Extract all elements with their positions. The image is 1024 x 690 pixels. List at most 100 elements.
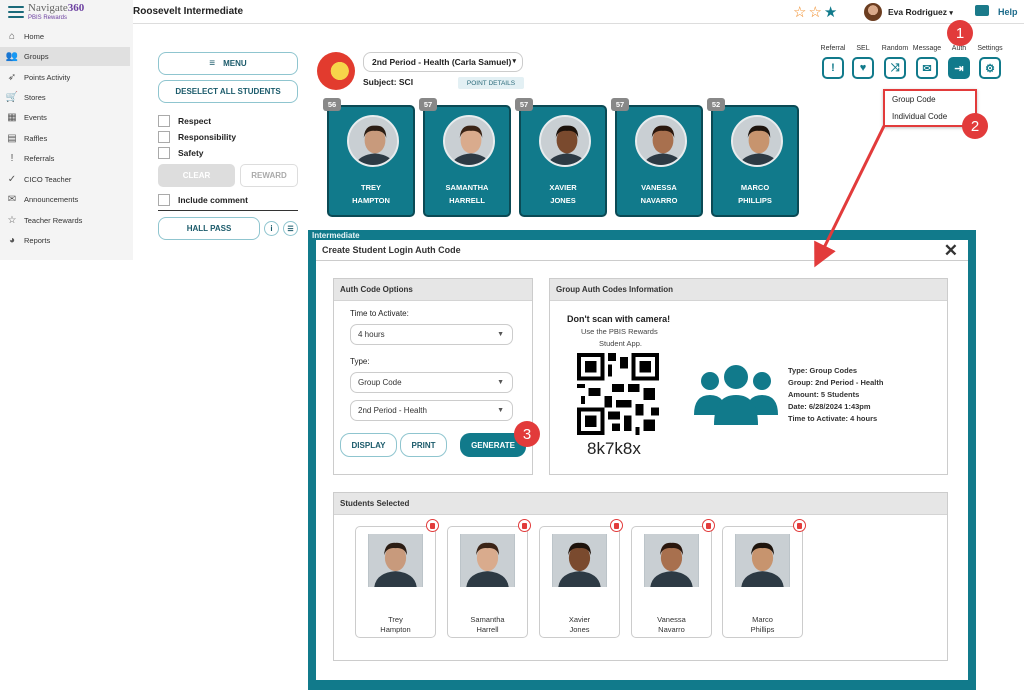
hamburger-icon[interactable] [8,6,24,21]
school-name: Roosevelt Intermediate [133,6,244,17]
callout-1: 1 [947,20,973,46]
students-selected-heading: Students Selected [334,493,947,515]
trash-icon[interactable] [518,519,531,532]
student-name: VANESSA NAVARRO [640,183,678,205]
sidebar-item-groups[interactable]: 👥 Groups [0,47,130,66]
random-button[interactable]: ⤨ [884,57,906,79]
checkbox-box[interactable] [158,194,170,206]
star-icon[interactable]: ★ [824,4,839,21]
settings-button[interactable]: ⚙ [979,57,1001,79]
safety-checkbox[interactable]: Safety [158,147,204,159]
modal-title: Create Student Login Auth Code [322,245,461,255]
student-photo [552,534,607,587]
responsibility-checkbox[interactable]: Responsibility [158,131,236,143]
referral-button[interactable]: ! [822,57,844,79]
hall-pass-button[interactable]: HALL PASS [158,217,260,240]
point-details-button[interactable]: POINT DETAILS [458,77,524,89]
student-avatar [731,115,783,167]
close-icon[interactable]: ✕ [944,241,958,261]
star-icon[interactable]: ☆ [808,4,823,21]
sidebar-item-stores[interactable]: 🛒 Stores [0,88,130,107]
student-card[interactable]: MARCO PHILLIPS [711,105,799,217]
type-label: Type: [350,357,370,366]
student-name: Trey Hampton [380,615,411,634]
modal-divider [316,260,968,261]
trash-icon[interactable] [426,519,439,532]
checkbox-box[interactable] [158,131,170,143]
trash-icon[interactable] [610,519,623,532]
brand-name-prefix: Navigate [28,2,68,14]
sidebar-item-label: Reports [24,236,51,245]
student-card[interactable]: XAVIER JONES [519,105,607,217]
include-comment-checkbox[interactable]: Include comment [158,194,248,206]
student-card[interactable]: TREY HAMPTON [327,105,415,217]
student-photo-svg [541,117,589,165]
sidebar-item-points-activity[interactable]: ➶ Points Activity [0,68,130,87]
user-name-text: Eva Rodriguez [888,7,948,17]
group-code-option[interactable]: Group Code [885,91,975,108]
auth-button[interactable]: ⇥ [948,57,970,79]
callout-2: 2 [962,113,988,139]
subject-label: Subject: SCI [363,77,414,87]
student-card[interactable]: VANESSA NAVARRO [615,105,703,217]
respect-checkbox[interactable]: Respect [158,115,211,127]
star-icon[interactable]: ☆ [793,4,808,21]
student-photo-svg [553,534,606,587]
help-link[interactable]: Help [998,7,1018,17]
sel-button[interactable]: ♥ [852,57,874,79]
student-photo-svg [369,534,422,587]
sidebar-item-home[interactable]: ⌂ Home [0,27,130,46]
deselect-all-button[interactable]: DESELECT ALL STUDENTS [158,80,298,103]
sidebar-item-cico-teacher[interactable]: ✓ CICO Teacher [0,170,130,189]
mail-icon[interactable] [975,5,989,16]
divider [158,210,298,211]
trash-icon[interactable] [702,519,715,532]
sidebar-item-events[interactable]: ▦ Events [0,108,130,127]
student-avatar [539,115,591,167]
trash-glyph [430,522,435,529]
auth-icon: ⇥ [954,62,964,75]
period-select[interactable]: 2nd Period - Health (Carla Samuel) ▾ [363,52,523,72]
list-icon[interactable]: ☰ [283,221,298,236]
settings-label: Settings [977,45,1003,52]
student-name: Samantha Harrell [470,615,505,634]
clear-button[interactable]: CLEAR [158,164,235,187]
trash-icon[interactable] [793,519,806,532]
time-label: Time to Activate: [350,309,409,318]
auth-options-panel: Auth Code Options Time to Activate: 4 ho… [333,278,533,475]
star-icon: ☆ [7,215,17,226]
info-icon[interactable]: i [264,221,279,236]
sidebar-item-announcements[interactable]: ✉ Announcements [0,190,130,209]
user-avatar[interactable] [864,3,882,21]
group-select[interactable]: 2nd Period - Health ▼ [350,400,513,421]
referral-icon: ! [831,62,835,74]
time-select[interactable]: 4 hours ▼ [350,324,513,345]
chevron-down-icon[interactable]: ▾ [949,10,953,17]
user-name[interactable]: Eva Rodriguez ▾ [888,7,953,17]
checkbox-box[interactable] [158,147,170,159]
trash-glyph [797,522,802,529]
sidebar: Navigate360 PBIS Rewards ⌂ Home 👥 Groups ➶ Po… [0,0,133,260]
reward-button[interactable]: REWARD [240,164,298,187]
display-button[interactable]: DISPLAY [340,433,397,457]
student-name: Marco Phillips [750,615,775,634]
check-circle-icon: ✓ [7,174,17,185]
sidebar-item-teacher-rewards[interactable]: ☆ Teacher Rewards [0,211,130,230]
message-button[interactable]: ✉ [916,57,938,79]
menu-button[interactable]: ≡ MENU [158,52,298,75]
sidebar-item-raffles[interactable]: ▤ Raffles [0,129,130,148]
student-name: XAVIER JONES [549,183,577,205]
checkbox-label: Responsibility [178,132,237,142]
student-card[interactable]: SAMANTHA HARRELL [423,105,511,217]
favorite-stars[interactable]: ☆☆★ [793,3,839,21]
print-button[interactable]: PRINT [400,433,447,457]
rocket-icon: ➶ [7,72,17,83]
alert-icon: ! [10,153,14,164]
sidebar-item-referrals[interactable]: ! Referrals [0,149,130,168]
checkbox-box[interactable] [158,115,170,127]
sel-icon: ♥ [859,62,867,74]
type-select[interactable]: Group Code ▼ [350,372,513,393]
menu-label: MENU [223,59,247,68]
sidebar-item-reports[interactable]: ◕ Reports [0,231,130,250]
info-date: Date: 6/28/2024 1:43pm [788,402,871,411]
